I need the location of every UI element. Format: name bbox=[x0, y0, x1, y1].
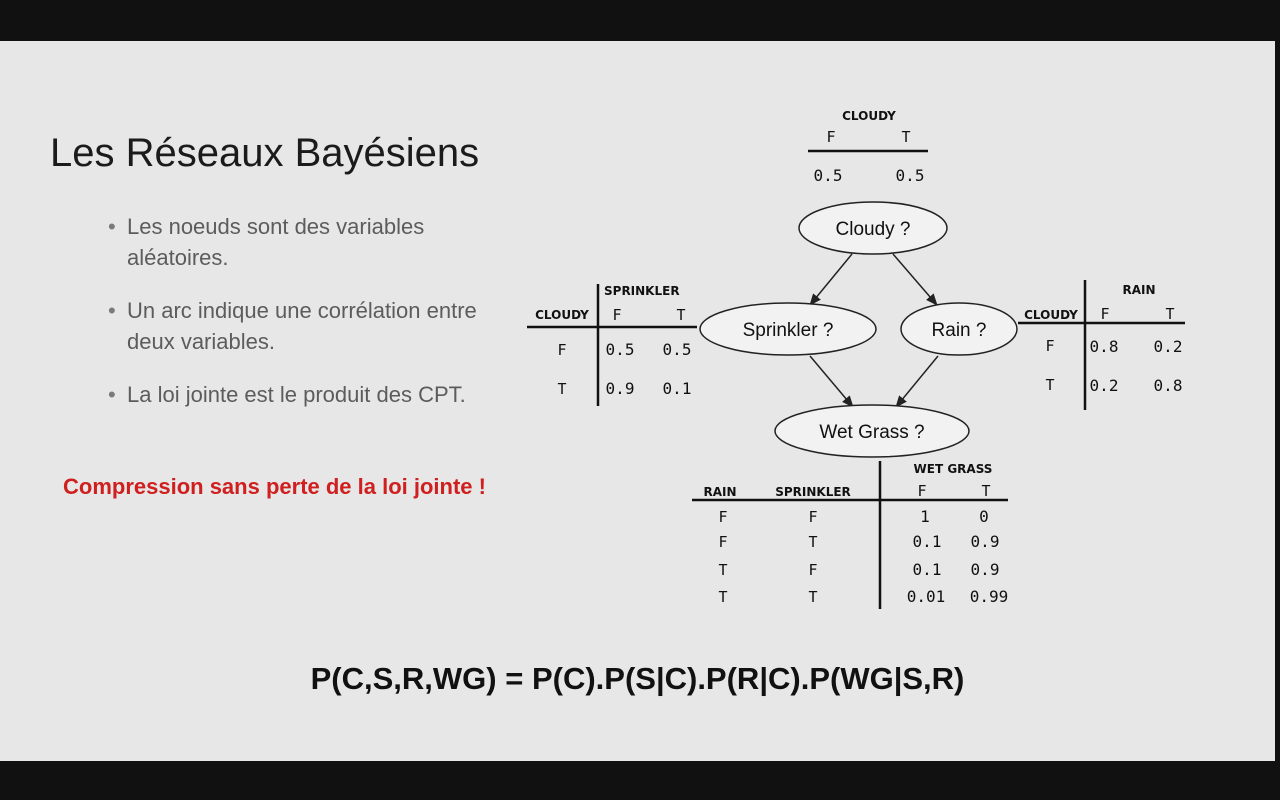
cpt-title: WET GRASS bbox=[914, 462, 993, 476]
cpt-col-header: F bbox=[612, 306, 621, 324]
cpt-value: 0.5 bbox=[663, 340, 692, 359]
cpt-value: 0.99 bbox=[970, 587, 1009, 606]
cpt-sprinkler-table: SPRINKLER CLOUDY F T F 0.5 0.5 T 0.9 0.1 bbox=[527, 284, 697, 406]
cpt-value: 0.1 bbox=[913, 532, 942, 551]
cpt-col-header: T bbox=[676, 306, 685, 324]
cpt-value: 1 bbox=[920, 507, 930, 526]
node-sprinkler: Sprinkler ? bbox=[699, 302, 877, 356]
cpt-value: 0.01 bbox=[907, 587, 946, 606]
cpt-value: 0.9 bbox=[971, 560, 1000, 579]
cpt-row-label: T bbox=[1045, 376, 1054, 394]
cpt-value: 0.9 bbox=[971, 532, 1000, 551]
node-cloudy: Cloudy ? bbox=[798, 201, 948, 255]
joint-probability-formula: P(C,S,R,WG) = P(C).P(S|C).P(R|C).P(WG|S,… bbox=[310, 661, 965, 696]
cpt-row-label: F bbox=[718, 508, 727, 526]
cpt-col-header: T bbox=[1165, 305, 1174, 323]
node-label-wetgrass: Wet Grass ? bbox=[819, 422, 924, 443]
cpt-parent-header: RAIN bbox=[703, 485, 736, 499]
cpt-title: SPRINKLER bbox=[604, 284, 680, 298]
edge-cloudy-sprinkler bbox=[809, 253, 853, 306]
cpt-col-header: F bbox=[826, 128, 835, 146]
slide: Les Réseaux Bayésiens • Les noeuds sont d… bbox=[0, 41, 1275, 761]
cpt-row-label: F bbox=[718, 533, 727, 551]
cpt-value: 0.8 bbox=[1090, 337, 1119, 356]
cpt-row-label: T bbox=[808, 533, 817, 551]
cpt-value: 0.8 bbox=[1154, 376, 1183, 395]
cpt-row-label: T bbox=[808, 588, 817, 606]
cpt-row-label: F bbox=[1045, 337, 1054, 355]
cpt-value: 0.1 bbox=[663, 379, 692, 398]
cpt-value: 0.5 bbox=[814, 166, 843, 185]
cpt-value: 0.1 bbox=[913, 560, 942, 579]
cpt-value: 0.2 bbox=[1090, 376, 1119, 395]
cpt-title: RAIN bbox=[1122, 283, 1155, 297]
cpt-value: 0.2 bbox=[1154, 337, 1183, 356]
node-label-sprinkler: Sprinkler ? bbox=[743, 320, 834, 341]
cpt-title: CLOUDY bbox=[842, 109, 896, 123]
cpt-row-label: F bbox=[808, 508, 817, 526]
node-rain: Rain ? bbox=[900, 302, 1018, 356]
cpt-value: 0.5 bbox=[606, 340, 635, 359]
node-wetgrass: Wet Grass ? bbox=[774, 404, 970, 458]
cpt-row-label: T bbox=[718, 561, 727, 579]
cpt-col-header: F bbox=[917, 482, 926, 500]
cpt-col-header: T bbox=[901, 128, 910, 146]
cpt-row-label: F bbox=[557, 341, 566, 359]
node-label-cloudy: Cloudy ? bbox=[836, 219, 911, 240]
edge-sprinkler-wetgrass bbox=[809, 355, 854, 408]
cpt-row-label: T bbox=[557, 380, 566, 398]
cpt-col-header: F bbox=[1100, 305, 1109, 323]
cpt-rain-table: RAIN CLOUDY F T F 0.8 0.2 T 0.2 0.8 bbox=[1018, 280, 1185, 410]
cpt-parent-header: SPRINKLER bbox=[775, 485, 851, 499]
cpt-row-label: T bbox=[718, 588, 727, 606]
cpt-wetgrass-table: WET GRASS RAIN SPRINKLER F T F F 1 0 F T… bbox=[692, 461, 1008, 609]
edge-cloudy-rain bbox=[892, 253, 938, 306]
node-label-rain: Rain ? bbox=[932, 320, 987, 341]
edge-rain-wetgrass bbox=[895, 355, 939, 408]
cpt-row-label: F bbox=[808, 561, 817, 579]
cpt-parent-header: CLOUDY bbox=[535, 308, 589, 322]
cpt-value: 0 bbox=[979, 507, 989, 526]
cpt-parent-header: CLOUDY bbox=[1024, 308, 1078, 322]
cpt-col-header: T bbox=[981, 482, 990, 500]
cpt-value: 0.9 bbox=[606, 379, 635, 398]
bayesian-network-diagram: Cloudy ? Sprinkler ? Rain ? Wet Grass ? … bbox=[527, 109, 1185, 609]
cpt-value: 0.5 bbox=[896, 166, 925, 185]
cpt-cloudy-table: CLOUDY F T 0.5 0.5 bbox=[808, 109, 928, 185]
